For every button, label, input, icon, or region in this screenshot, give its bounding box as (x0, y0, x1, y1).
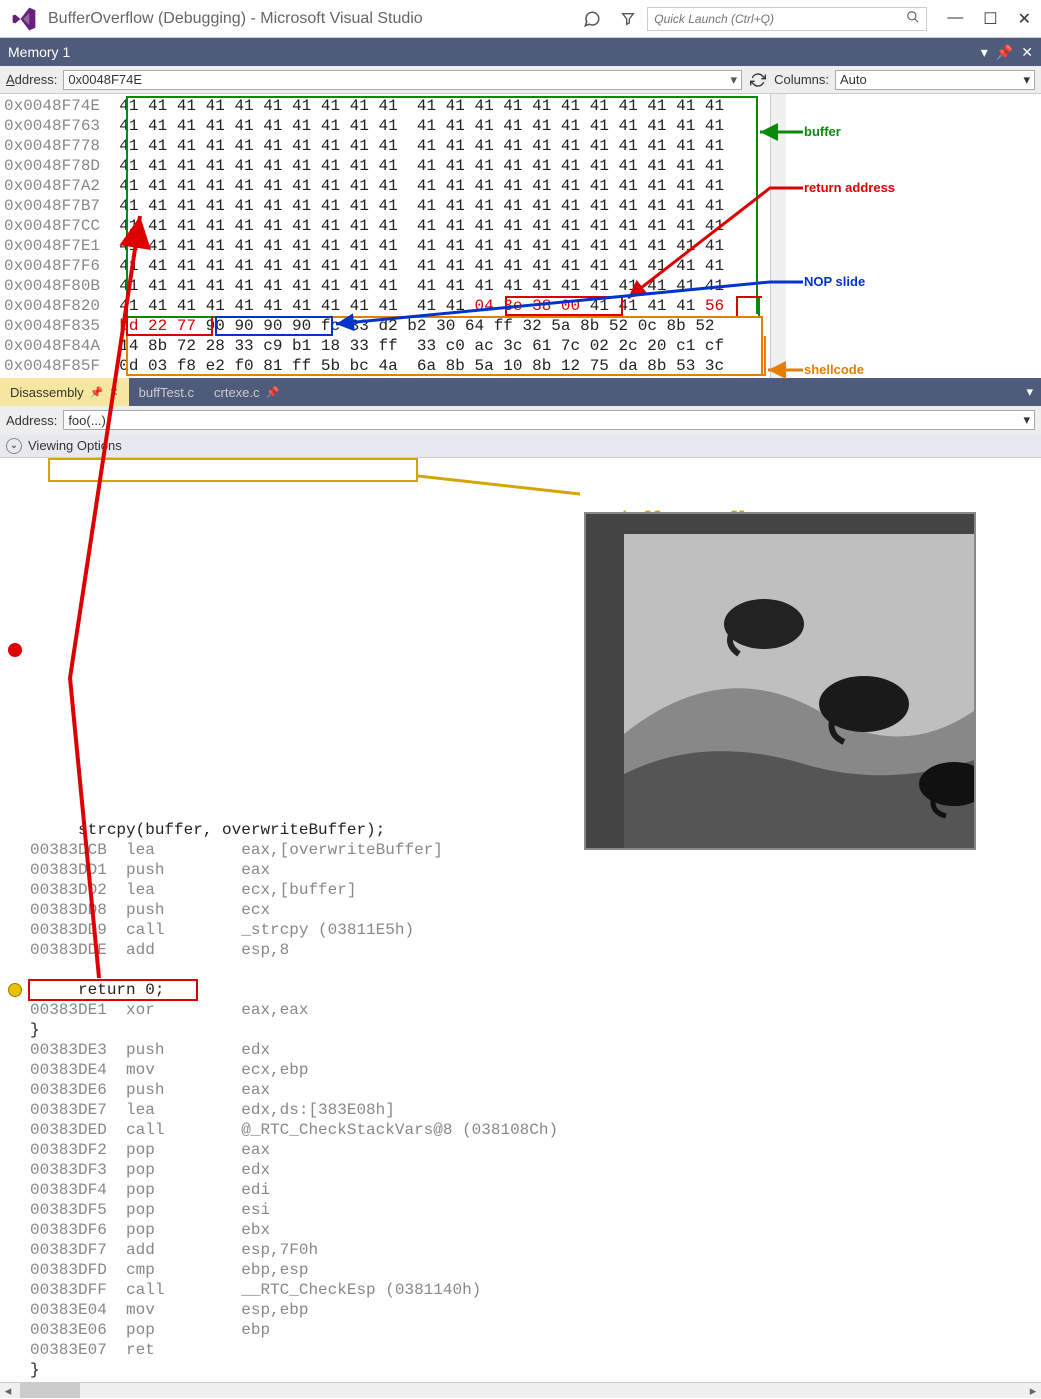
tab-disassembly[interactable]: Disassembly 📌 ✕ (0, 378, 129, 406)
buffalo-image (584, 512, 976, 850)
memory-row: 0x0048F80B 41 41 41 41 41 41 41 41 41 41… (4, 276, 766, 296)
memory-row: 0x0048F778 41 41 41 41 41 41 41 41 41 41… (4, 136, 766, 156)
memory-row: 0x0048F74E 41 41 41 41 41 41 41 41 41 41… (4, 96, 766, 116)
memory-address-input[interactable]: 0x0048F74E ▾ (63, 70, 742, 90)
dropdown-icon[interactable]: ▾ (1023, 72, 1030, 88)
annotation-buffer: buffer (804, 124, 841, 139)
disasm-line: 00383DF5 pop esi (30, 1200, 1011, 1220)
disasm-line: 00383DF7 add esp,7F0h (30, 1240, 1011, 1260)
horizontal-scrollbar[interactable]: ◂ ▸ (0, 1382, 1041, 1398)
memory-row: 0x0048F7E1 41 41 41 41 41 41 41 41 41 41… (4, 236, 766, 256)
annotation-shellcode: shellcode (804, 362, 864, 377)
disasm-line: 00383E07 ret (30, 1340, 1011, 1360)
memory-row: 0x0048F835 bd 22 77 90 90 90 90 fc 33 d2… (4, 316, 766, 336)
disasm-line: 00383DF3 pop edx (30, 1160, 1011, 1180)
disasm-line: 00383DE6 push eax (30, 1080, 1011, 1100)
panel-dropdown-icon[interactable]: ▾ (981, 44, 988, 61)
disasm-line: 00383DED call @_RTC_CheckStackVars@8 (03… (30, 1120, 1011, 1140)
tab-bufftest[interactable]: buffTest.c (129, 378, 204, 406)
disasm-line: 00383DD9 call _strcpy (03811E5h) (30, 920, 1011, 940)
quick-launch[interactable] (647, 7, 927, 31)
disasm-line (30, 960, 1011, 980)
pin-icon[interactable]: 📌 (266, 386, 280, 399)
panel-close-icon[interactable]: ✕ (1021, 44, 1033, 61)
disasm-line: 00383DE4 mov ecx,ebp (30, 1060, 1011, 1080)
viewing-options-bar[interactable]: ⌄ Viewing Options (0, 434, 1041, 458)
memory-row: 0x0048F78D 41 41 41 41 41 41 41 41 41 41… (4, 156, 766, 176)
memory-row: 0x0048F84A 14 8b 72 28 33 c9 b1 18 33 ff… (4, 336, 766, 356)
close-button[interactable]: ✕ (1018, 9, 1031, 29)
current-line-icon[interactable] (8, 983, 22, 997)
disasm-line: 00383DE3 push edx (30, 1040, 1011, 1060)
chevron-down-icon[interactable]: ⌄ (6, 438, 22, 454)
pin-icon[interactable]: 📌 (996, 44, 1013, 61)
memory-hex-dump[interactable]: 0x0048F74E 41 41 41 41 41 41 41 41 41 41… (0, 94, 770, 378)
disasm-line: 00383DFF call __RTC_CheckEsp (0381140h) (30, 1280, 1011, 1300)
memory-row: 0x0048F820 41 41 41 41 41 41 41 41 41 41… (4, 296, 766, 316)
viewing-options-label: Viewing Options (28, 438, 122, 453)
memory-row: 0x0048F7CC 41 41 41 41 41 41 41 41 41 41… (4, 216, 766, 236)
disasm-address-label: Address: (6, 413, 57, 428)
disassembly-address-bar: Address: foo(...) ▾ (0, 406, 1041, 434)
disasm-line: 00383DD1 push eax (30, 860, 1011, 880)
breakpoint-icon[interactable] (8, 643, 22, 657)
vs-logo-icon (10, 5, 38, 33)
disasm-line: } (30, 1020, 1011, 1040)
disasm-line: 00383DE1 xor eax,eax (30, 1000, 1011, 1020)
disasm-line: } (30, 1360, 1011, 1380)
memory-address-bar: Address: 0x0048F74E ▾ Columns: Auto ▾ (0, 66, 1041, 94)
tab-overflow-dropdown[interactable]: ▾ (1026, 384, 1033, 400)
disasm-line: 00383DF6 pop ebx (30, 1220, 1011, 1240)
refresh-button[interactable] (748, 70, 768, 90)
memory-row: 0x0048F7A2 41 41 41 41 41 41 41 41 41 41… (4, 176, 766, 196)
quick-launch-input[interactable] (654, 12, 906, 26)
memory-address-value: 0x0048F74E (68, 72, 142, 87)
memory-row: 0x0048F7B7 41 41 41 41 41 41 41 41 41 41… (4, 196, 766, 216)
disasm-line: 00383DDE add esp,8 (30, 940, 1011, 960)
disasm-line: 00383DD8 push ecx (30, 900, 1011, 920)
columns-value: Auto (840, 72, 867, 87)
memory-scrollbar[interactable] (770, 94, 786, 378)
disasm-address-value: foo(...) (68, 413, 106, 428)
pin-icon[interactable]: 📌 (90, 386, 104, 399)
search-icon[interactable] (906, 10, 920, 27)
disassembly-view[interactable]: buffer overflow (BUFFALO OVERFLOW) strcp… (0, 458, 1041, 1382)
dropdown-icon[interactable]: ▾ (731, 72, 738, 88)
disasm-line: 00383DFD cmp ebp,esp (30, 1260, 1011, 1280)
annotation-return-address: return address (804, 180, 895, 195)
memory-row: 0x0048F7F6 41 41 41 41 41 41 41 41 41 41… (4, 256, 766, 276)
disasm-line: 00383DD2 lea ecx,[buffer] (30, 880, 1011, 900)
title-bar: BufferOverflow (Debugging) - Microsoft V… (0, 0, 1041, 38)
maximize-button[interactable]: ☐ (983, 9, 997, 29)
filter-icon[interactable] (619, 10, 637, 28)
tab-crtexe[interactable]: crtexe.c 📌 (204, 378, 289, 406)
disasm-address-input[interactable]: foo(...) ▾ (63, 410, 1035, 430)
disasm-line: return 0; (30, 980, 1011, 1000)
disasm-line: 00383E04 mov esp,ebp (30, 1300, 1011, 1320)
minimize-button[interactable]: — (947, 9, 963, 29)
window-title: BufferOverflow (Debugging) - Microsoft V… (48, 10, 423, 28)
disasm-line: 00383DF4 pop edi (30, 1180, 1011, 1200)
feedback-icon[interactable] (583, 10, 601, 28)
columns-input[interactable]: Auto ▾ (835, 70, 1035, 90)
memory-row: 0x0048F85F 0d 03 f8 e2 f0 81 ff 5b bc 4a… (4, 356, 766, 376)
memory-view: 0x0048F74E 41 41 41 41 41 41 41 41 41 41… (0, 94, 1041, 378)
disasm-line: 00383DE7 lea edx,ds:[383E08h] (30, 1100, 1011, 1120)
disasm-line: 00383DF2 pop eax (30, 1140, 1011, 1160)
document-tab-strip: Disassembly 📌 ✕ buffTest.c crtexe.c 📌 ▾ (0, 378, 1041, 406)
dropdown-icon[interactable]: ▾ (1023, 412, 1030, 428)
annotation-nop-slide: NOP slide (804, 274, 865, 289)
memory-row: 0x0048F763 41 41 41 41 41 41 41 41 41 41… (4, 116, 766, 136)
columns-label: Columns: (774, 72, 829, 87)
memory-panel-header: Memory 1 ▾ 📌 ✕ (0, 38, 1041, 66)
disasm-line: 00383E06 pop ebp (30, 1320, 1011, 1340)
close-icon[interactable]: ✕ (109, 386, 118, 399)
memory-panel-title: Memory 1 (8, 44, 70, 60)
memory-annotations: buffer return address NOP slide shellcod… (786, 94, 1041, 378)
address-label: Address: (6, 72, 57, 87)
